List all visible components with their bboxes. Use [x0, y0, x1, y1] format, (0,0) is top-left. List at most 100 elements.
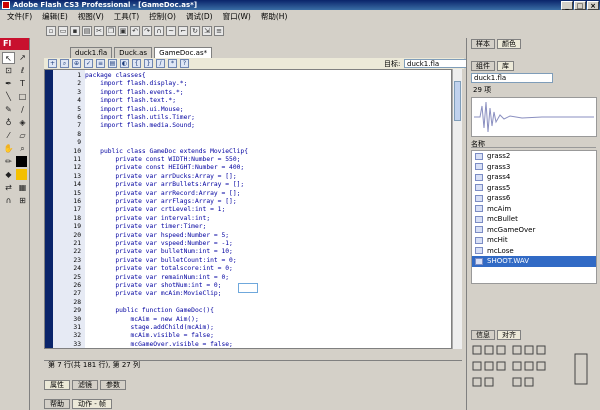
pencil-tool-icon[interactable]: ✎: [2, 104, 15, 116]
zoom-tool-icon[interactable]: ⌕: [16, 143, 29, 155]
maximize-button[interactable]: □: [574, 0, 586, 10]
brush-tool-icon[interactable]: ∕: [16, 104, 29, 116]
tab-properties[interactable]: 属性: [44, 380, 70, 390]
tab-info[interactable]: 信息: [471, 330, 495, 340]
library-item[interactable]: mcGameOver: [472, 225, 596, 236]
library-item[interactable]: grass3: [472, 162, 596, 173]
code-line[interactable]: 16 private var arrFlags:Array = [];: [45, 198, 451, 206]
pen-tool-icon[interactable]: ✒: [2, 78, 15, 90]
library-item[interactable]: mcHit: [472, 235, 596, 246]
line-tool-icon[interactable]: ╲: [2, 91, 15, 103]
default-colors-icon[interactable]: ▦: [16, 182, 29, 194]
paste-icon[interactable]: ▣: [118, 26, 128, 36]
code-editor[interactable]: 1 package classes{2 import flash.display.…: [44, 69, 452, 349]
code-line[interactable]: 22 private var bulletNum:int = 10;: [45, 248, 451, 256]
tab-gamedoc-as[interactable]: GameDoc.as*: [154, 47, 213, 58]
add-statement-icon[interactable]: +: [48, 59, 57, 68]
redo-icon[interactable]: ↷: [142, 26, 152, 36]
library-item[interactable]: grass2: [472, 151, 596, 162]
subselect-tool-icon[interactable]: ↗: [16, 52, 29, 64]
tab-components[interactable]: 组件: [471, 61, 495, 71]
code-line[interactable]: 11 private const WIDTH:Number = 550;: [45, 156, 451, 164]
tab-parameters[interactable]: 参数: [100, 380, 126, 390]
code-line[interactable]: 29 public function GameDoc(){: [45, 307, 451, 315]
free-transform-icon[interactable]: ⊡: [2, 65, 15, 77]
code-line[interactable]: 13 private var arrDucks:Array = [];: [45, 173, 451, 181]
tab-align[interactable]: 对齐: [497, 330, 521, 340]
code-line[interactable]: 21 private var vspeed:Number = -1;: [45, 240, 451, 248]
menu-file[interactable]: 文件(F): [2, 11, 37, 22]
minimize-button[interactable]: _: [561, 0, 573, 10]
tab-swatches[interactable]: 样本: [471, 39, 495, 49]
uncomment-icon[interactable]: *: [168, 59, 177, 68]
menu-view[interactable]: 视图(V): [73, 11, 109, 22]
tab-duck1-fla[interactable]: duck1.fla: [70, 47, 113, 58]
tab-color[interactable]: 颜色: [497, 39, 521, 49]
text-tool-icon[interactable]: T: [16, 78, 29, 90]
comment-icon[interactable]: /: [156, 59, 165, 68]
lasso-icon[interactable]: ℓ: [16, 65, 29, 77]
open-folder-icon[interactable]: ▭: [58, 26, 68, 36]
code-line[interactable]: 12 private const HEIGHT:Number = 400;: [45, 164, 451, 172]
magnet-icon[interactable]: ∩: [154, 26, 164, 36]
debug-options-icon[interactable]: ◐: [120, 59, 129, 68]
code-line[interactable]: 3 import flash.events.*;: [45, 89, 451, 97]
close-button[interactable]: ×: [587, 0, 599, 10]
insert-target-icon[interactable]: ⊕: [72, 59, 81, 68]
code-line[interactable]: 8: [45, 131, 451, 139]
cut-icon[interactable]: ✂: [94, 26, 104, 36]
menu-window[interactable]: 窗口(W): [218, 11, 256, 22]
eraser-icon[interactable]: ▱: [16, 130, 29, 142]
snap-icon[interactable]: ∩: [2, 195, 15, 207]
stroke-swatch[interactable]: [16, 156, 29, 168]
tab-library[interactable]: 库: [497, 61, 514, 71]
expand-icon[interactable]: }: [144, 59, 153, 68]
reference-icon[interactable]: ?: [180, 59, 189, 68]
library-item[interactable]: mcAim: [472, 204, 596, 215]
undo-icon[interactable]: ↶: [130, 26, 140, 36]
library-item[interactable]: SHOOT.WAV: [472, 256, 596, 267]
hand-tool-icon[interactable]: ✋: [2, 143, 15, 155]
code-line[interactable]: 20 private var hspeed:Number = 5;: [45, 232, 451, 240]
code-line[interactable]: 1 package classes{: [45, 72, 451, 80]
fill-swatch[interactable]: [16, 169, 29, 181]
library-item[interactable]: grass4: [472, 172, 596, 183]
tab-actions-frame[interactable]: 动作 - 帧: [72, 399, 112, 409]
save-icon[interactable]: ▪: [70, 26, 80, 36]
scroll-thumb[interactable]: [454, 81, 461, 121]
code-line[interactable]: 19 private var timer:Timer;: [45, 223, 451, 231]
menu-debug[interactable]: 调试(D): [181, 11, 218, 22]
ink-bottle-icon[interactable]: ♁: [2, 117, 15, 129]
editor-scrollbar[interactable]: [452, 69, 462, 349]
rectangle-tool-icon[interactable]: □: [16, 91, 29, 103]
code-line[interactable]: 28: [45, 299, 451, 307]
menu-control[interactable]: 控制(O): [144, 11, 181, 22]
code-line[interactable]: 24 private var totalscore:int = 0;: [45, 265, 451, 273]
library-item[interactable]: mcLose: [472, 246, 596, 257]
swap-colors-icon[interactable]: ⇄: [2, 182, 15, 194]
copy-icon[interactable]: ❐: [106, 26, 116, 36]
scale-icon[interactable]: ⇲: [202, 26, 212, 36]
code-line[interactable]: 4 import flash.text.*;: [45, 97, 451, 105]
library-item[interactable]: grass6: [472, 193, 596, 204]
paint-bucket-icon[interactable]: ◈: [16, 117, 29, 129]
rotate-icon[interactable]: ↻: [190, 26, 200, 36]
align-icon[interactable]: ≡: [214, 26, 224, 36]
library-item[interactable]: grass5: [472, 183, 596, 194]
code-line[interactable]: 32 mcAim.visible = false;: [45, 332, 451, 340]
print-icon[interactable]: ▤: [82, 26, 92, 36]
stroke-color-icon[interactable]: ✏: [2, 156, 15, 168]
collapse-icon[interactable]: {: [132, 59, 141, 68]
selection-tool-icon[interactable]: ↖: [2, 52, 15, 64]
code-line[interactable]: 9: [45, 139, 451, 147]
menu-help[interactable]: 帮助(H): [256, 11, 293, 22]
code-line[interactable]: 18 private var interval:int;: [45, 215, 451, 223]
new-file-icon[interactable]: ▫: [46, 26, 56, 36]
menu-tools[interactable]: 工具(T): [109, 11, 144, 22]
align-buttons-grid[interactable]: [467, 340, 600, 406]
library-item[interactable]: mcBullet: [472, 214, 596, 225]
code-line[interactable]: 10 public class GameDoc extends MovieCli…: [45, 148, 451, 156]
code-line[interactable]: 15 private var arrRecord:Array = [];: [45, 190, 451, 198]
code-line[interactable]: 31 stage.addChild(mcAim);: [45, 324, 451, 332]
eyedropper-icon[interactable]: ⁄: [2, 130, 15, 142]
